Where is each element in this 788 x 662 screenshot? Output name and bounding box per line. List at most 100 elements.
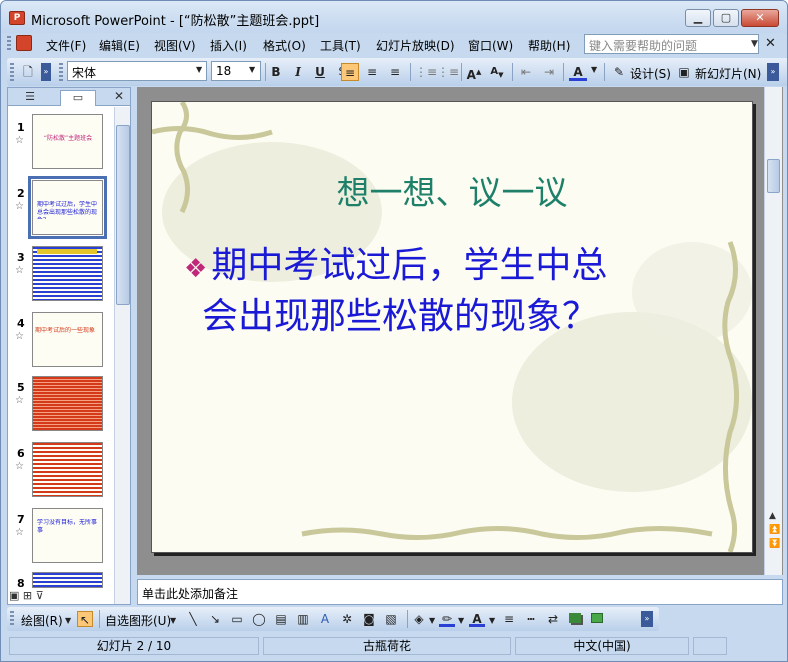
size-dropdown-icon[interactable]: ▼: [249, 65, 255, 74]
maximize-button[interactable]: ▢: [713, 9, 739, 27]
new-slide-icon[interactable]: ▣: [675, 63, 693, 81]
rectangle-icon[interactable]: ▭: [229, 611, 245, 627]
slide-thumbnail-4[interactable]: 期中考试后的一些现象: [32, 312, 103, 367]
menu-file[interactable]: 文件(F): [46, 37, 86, 54]
slide-body-text[interactable]: ❖ 期中考试过后，学生中总 会出现那些松散的现象？: [184, 242, 744, 341]
slide-title[interactable]: 想一想、议一议: [152, 166, 752, 214]
font-color-dropdown-icon[interactable]: ▼: [591, 65, 597, 74]
slide-scroll-thumb[interactable]: [767, 159, 780, 193]
panel-close-icon[interactable]: ✕: [114, 89, 124, 103]
new-document-icon[interactable]: 🗋: [19, 63, 37, 81]
slide-scrollbar[interactable]: ▲ ⏫ ⏬: [764, 87, 782, 575]
document-icon[interactable]: [16, 35, 32, 51]
prev-slide-icon[interactable]: ⏫: [769, 525, 780, 535]
bullet-list-icon[interactable]: ⋮≡: [437, 63, 459, 81]
menu-slideshow[interactable]: 幻灯片放映(D): [376, 37, 455, 54]
scroll-up-icon[interactable]: ▲: [769, 511, 776, 521]
sorter-view-icon[interactable]: ⊞: [23, 589, 32, 602]
notes-pane[interactable]: 单击此处添加备注: [137, 579, 783, 605]
arrow-icon[interactable]: ↘: [207, 611, 223, 627]
slide-thumbnail-1[interactable]: “防松散”主题班会: [32, 114, 103, 169]
increase-indent-icon[interactable]: ⇥: [540, 63, 558, 81]
menu-help[interactable]: 帮助(H): [528, 37, 570, 54]
3d-style-icon[interactable]: [589, 611, 605, 627]
numbered-list-icon[interactable]: ⋮≡: [415, 63, 437, 81]
clipart-icon[interactable]: ◙: [361, 611, 377, 627]
menubar-grip[interactable]: [7, 36, 11, 52]
slide-thumbnail-5[interactable]: [32, 376, 103, 431]
oval-icon[interactable]: ◯: [251, 611, 267, 627]
select-pointer-icon[interactable]: ↖: [77, 611, 93, 627]
line-icon[interactable]: ╲: [185, 611, 201, 627]
slideshow-view-icon[interactable]: ⊽: [36, 589, 44, 602]
line-color-icon[interactable]: ✏: [439, 611, 455, 627]
next-slide-icon[interactable]: ⏬: [769, 539, 780, 549]
current-slide[interactable]: 想一想、议一议 ❖ 期中考试过后，学生中总 会出现那些松散的现象？: [151, 101, 753, 553]
shadow-style-icon[interactable]: [567, 611, 583, 627]
toolbar-options-icon[interactable]: »: [41, 63, 51, 81]
normal-view-icon[interactable]: ▣: [9, 589, 19, 602]
decrease-font-icon[interactable]: A▼: [488, 63, 506, 81]
textbox-icon[interactable]: ▤: [273, 611, 289, 627]
toolbar-overflow-icon[interactable]: »: [767, 63, 779, 81]
draw-menu-button[interactable]: 绘图(R): [21, 612, 63, 629]
powerpoint-icon[interactable]: P: [9, 11, 25, 25]
panel-scrollbar[interactable]: [114, 107, 130, 604]
font-name-select[interactable]: 宋体: [67, 61, 207, 81]
help-dropdown-icon[interactable]: ▼: [751, 39, 758, 49]
design-button[interactable]: 设计(S): [630, 65, 671, 82]
picture-icon[interactable]: ▧: [383, 611, 399, 627]
drawbar-overflow-icon[interactable]: »: [641, 611, 653, 627]
diagram-icon[interactable]: ✲: [339, 611, 355, 627]
drawbar-grip[interactable]: [10, 611, 14, 627]
fill-dropdown-icon[interactable]: ▼: [429, 616, 435, 625]
slide-thumbnail-3[interactable]: [32, 246, 103, 301]
bold-icon[interactable]: B: [267, 63, 285, 81]
decrease-indent-icon[interactable]: ⇤: [517, 63, 535, 81]
font-dropdown-icon[interactable]: ▼: [196, 65, 202, 74]
font-color-icon[interactable]: A: [569, 63, 587, 81]
underline-icon[interactable]: U: [311, 63, 329, 81]
minimize-button[interactable]: ▁: [685, 9, 711, 27]
menu-format[interactable]: 格式(O): [263, 37, 306, 54]
menu-view[interactable]: 视图(V): [154, 37, 196, 54]
tab-outline[interactable]: ☰: [12, 90, 48, 106]
slide-thumbnail-6[interactable]: [32, 442, 103, 497]
line-style-icon[interactable]: ≡: [501, 611, 517, 627]
slide-number: 4: [17, 317, 25, 330]
toolbar-grip[interactable]: [10, 63, 14, 81]
line-color-dropdown-icon[interactable]: ▼: [458, 616, 464, 625]
align-left-icon[interactable]: ≡: [341, 63, 359, 81]
slide-thumbnail-7[interactable]: 学习没有目标，无所事事: [32, 508, 103, 563]
help-search-input[interactable]: 键入需要帮助的问题: [584, 34, 759, 54]
new-slide-button[interactable]: 新幻灯片(N): [695, 65, 761, 82]
menu-edit[interactable]: 编辑(E): [99, 37, 140, 54]
document-close-icon[interactable]: ✕: [765, 36, 776, 51]
menu-insert[interactable]: 插入(I): [210, 37, 247, 54]
align-center-icon[interactable]: ≡: [363, 63, 381, 81]
align-right-icon[interactable]: ≡: [386, 63, 404, 81]
tab-slides[interactable]: ▭: [60, 90, 96, 106]
slide-thumbnail-8[interactable]: [32, 572, 103, 588]
wordart-icon[interactable]: A: [317, 611, 333, 627]
autoshapes-button[interactable]: 自选图形(U): [105, 612, 171, 629]
font-color-dropdown-icon[interactable]: ▼: [489, 616, 495, 625]
design-icon[interactable]: ✎: [610, 63, 628, 81]
title-bar[interactable]: P Microsoft PowerPoint - [“防松散”主题班会.ppt]…: [1, 1, 787, 33]
arrow-style-icon[interactable]: ⇄: [545, 611, 561, 627]
vertical-textbox-icon[interactable]: ▥: [295, 611, 311, 627]
toolbar-grip-2[interactable]: [59, 63, 63, 81]
menu-tools[interactable]: 工具(T): [320, 37, 361, 54]
menu-window[interactable]: 窗口(W): [468, 37, 513, 54]
dash-style-icon[interactable]: ┅: [523, 611, 539, 627]
close-button[interactable]: ✕: [741, 9, 779, 27]
font-color-icon[interactable]: A: [469, 611, 485, 627]
slide-thumbnail-2[interactable]: 期中考试过后，学生中总会出现那些松散的现象？: [28, 176, 107, 239]
increase-font-icon[interactable]: A▲: [465, 63, 483, 82]
slide-number: 2: [17, 187, 25, 200]
italic-icon[interactable]: I: [289, 63, 307, 81]
fill-color-icon[interactable]: ◈: [411, 611, 427, 627]
draw-dropdown-icon[interactable]: ▼: [65, 616, 71, 625]
autoshapes-dropdown-icon[interactable]: ▼: [170, 616, 176, 625]
panel-scroll-thumb[interactable]: [116, 125, 130, 305]
